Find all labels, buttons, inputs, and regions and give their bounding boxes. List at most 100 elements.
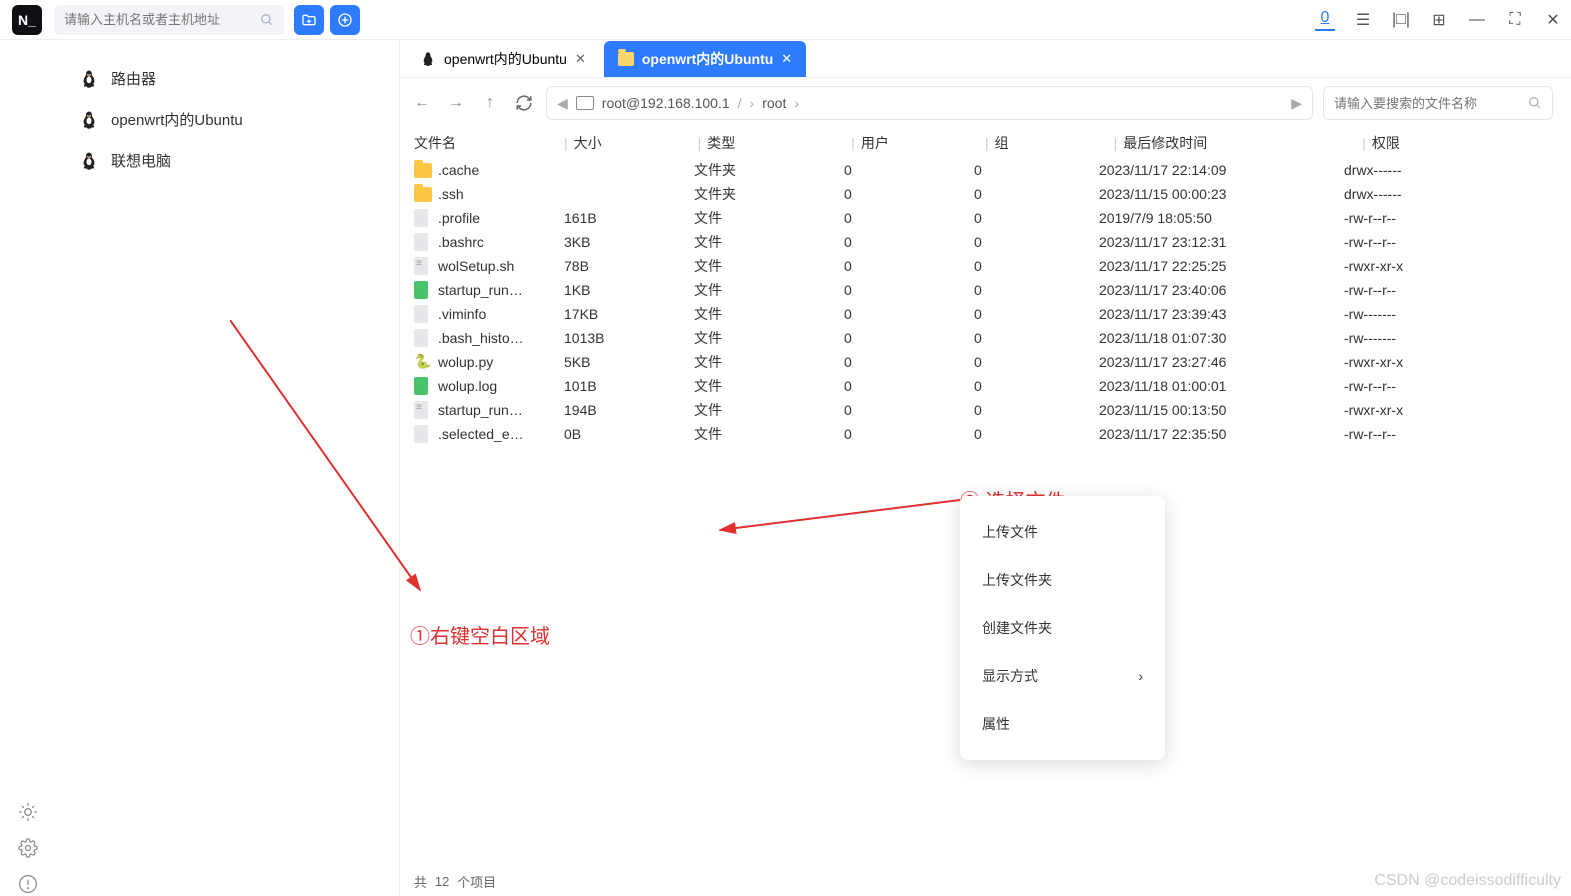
window-close-icon[interactable]: ✕ <box>1543 10 1563 30</box>
col-size[interactable]: 大小 <box>574 133 698 153</box>
tab-terminal[interactable]: openwrt内的Ubuntu ✕ <box>406 41 600 77</box>
file-date: 2023/11/17 23:12:31 <box>1099 234 1344 250</box>
file-row[interactable]: .profile161B文件002019/7/9 18:05:50-rw-r--… <box>414 206 1557 230</box>
file-icon <box>414 209 428 227</box>
window-minimize-icon[interactable]: — <box>1467 11 1487 29</box>
sidebar-item-router[interactable]: 路由器 <box>65 58 389 99</box>
file-perm: -rw------- <box>1344 330 1557 346</box>
file-row[interactable]: 🐍wolup.py5KB文件002023/11/17 23:27:46-rwxr… <box>414 350 1557 374</box>
file-row[interactable]: wolSetup.sh78B文件002023/11/17 22:25:25-rw… <box>414 254 1557 278</box>
file-group: 0 <box>974 330 1099 346</box>
annotation-1: ①右键空白区域 <box>410 620 550 649</box>
path-breadcrumb[interactable]: ◀ root@192.168.100.1 / › root › ▶ <box>546 86 1313 120</box>
annotation-arrow-2 <box>710 490 970 540</box>
view-split-icon[interactable]: |□| <box>1391 11 1411 29</box>
file-group: 0 <box>974 210 1099 226</box>
view-list-icon[interactable]: ☰ <box>1353 10 1373 30</box>
file-perm: -rw-r--r-- <box>1344 234 1557 250</box>
folder-icon <box>618 52 634 66</box>
file-group: 0 <box>974 426 1099 442</box>
file-name: .selected_e… <box>438 426 564 442</box>
col-name[interactable]: 文件名 <box>414 133 564 153</box>
file-row[interactable]: .cache文件夹002023/11/17 22:14:09drwx------ <box>414 158 1557 182</box>
linux-icon <box>79 151 99 171</box>
file-group: 0 <box>974 306 1099 322</box>
file-user: 0 <box>844 306 974 322</box>
file-type: 文件 <box>694 256 844 276</box>
file-user: 0 <box>844 426 974 442</box>
file-row[interactable]: .ssh文件夹002023/11/15 00:00:23drwx------ <box>414 182 1557 206</box>
host-icon <box>576 96 594 110</box>
file-list[interactable]: .cache文件夹002023/11/17 22:14:09drwx------… <box>400 158 1571 446</box>
close-icon[interactable]: ✕ <box>781 51 792 67</box>
chevron-right-icon: › <box>1138 668 1143 684</box>
file-user: 0 <box>844 354 974 370</box>
nav-back-icon[interactable]: ← <box>410 91 434 115</box>
view-grid-icon[interactable]: ⊞ <box>1429 10 1449 30</box>
nav-up-icon[interactable]: ↑ <box>478 91 502 115</box>
search-icon <box>260 13 274 27</box>
file-size: 17KB <box>564 306 694 322</box>
file-user: 0 <box>844 210 974 226</box>
new-folder-button[interactable] <box>294 5 324 35</box>
file-row[interactable]: .viminfo17KB文件002023/11/17 23:39:43-rw--… <box>414 302 1557 326</box>
sidebar-item-openwrt[interactable]: openwrt内的Ubuntu <box>65 99 389 140</box>
ctx-upload-folder[interactable]: 上传文件夹 <box>960 556 1165 604</box>
file-date: 2023/11/17 23:39:43 <box>1099 306 1344 322</box>
pathbar: ← → ↑ ◀ root@192.168.100.1 / › root › ▶ <box>400 78 1571 128</box>
chevron-right-icon[interactable]: ▶ <box>1291 95 1302 112</box>
info-icon[interactable] <box>16 872 40 896</box>
col-type[interactable]: 类型 <box>707 133 851 153</box>
leftbar <box>0 40 55 896</box>
file-row[interactable]: startup_run…194B文件002023/11/15 00:13:50-… <box>414 398 1557 422</box>
ctx-upload-file[interactable]: 上传文件 <box>960 508 1165 556</box>
file-size: 78B <box>564 258 694 274</box>
close-icon[interactable]: ✕ <box>575 51 586 67</box>
file-row[interactable]: .bash_histo…1013B文件002023/11/18 01:07:30… <box>414 326 1557 350</box>
ctx-display-mode[interactable]: 显示方式› <box>960 652 1165 700</box>
view-single-icon[interactable]: 0 <box>1315 9 1335 31</box>
col-group[interactable]: 组 <box>995 133 1114 153</box>
file-type: 文件 <box>694 232 844 252</box>
ctx-create-folder[interactable]: 创建文件夹 <box>960 604 1165 652</box>
file-user: 0 <box>844 330 974 346</box>
file-size: 3KB <box>564 234 694 250</box>
tab-files[interactable]: openwrt内的Ubuntu ✕ <box>604 41 806 77</box>
app-logo: N_ <box>12 5 42 35</box>
file-group: 0 <box>974 378 1099 394</box>
file-date: 2023/11/17 22:35:50 <box>1099 426 1344 442</box>
file-row[interactable]: .selected_e…0B文件002023/11/17 22:35:50-rw… <box>414 422 1557 446</box>
add-button[interactable] <box>330 5 360 35</box>
file-type: 文件 <box>694 208 844 228</box>
window-maximize-icon[interactable]: ⛶ <box>1505 11 1525 29</box>
file-date: 2023/11/17 23:40:06 <box>1099 282 1344 298</box>
file-user: 0 <box>844 282 974 298</box>
col-perm[interactable]: 权限 <box>1372 133 1557 153</box>
file-row[interactable]: startup_run…1KB文件002023/11/17 23:40:06-r… <box>414 278 1557 302</box>
host-search-input[interactable] <box>64 12 260 27</box>
nav-refresh-icon[interactable] <box>512 91 536 115</box>
file-row[interactable]: wolup.log101B文件002023/11/18 01:00:01-rw-… <box>414 374 1557 398</box>
tab-label: openwrt内的Ubuntu <box>642 49 773 69</box>
host-sidebar: 路由器 openwrt内的Ubuntu 联想电脑 <box>55 40 400 896</box>
search-icon <box>1528 96 1542 110</box>
sidebar-item-lenovo[interactable]: 联想电脑 <box>65 140 389 181</box>
watermark: CSDN @codeissodifficulty <box>1374 872 1561 890</box>
log-icon <box>414 281 428 299</box>
col-user[interactable]: 用户 <box>861 133 985 153</box>
host-search-box[interactable] <box>54 5 284 35</box>
ctx-properties[interactable]: 属性 <box>960 700 1165 748</box>
theme-icon[interactable] <box>16 800 40 824</box>
file-size: 0B <box>564 426 694 442</box>
file-name: startup_run… <box>438 282 564 298</box>
log-icon <box>414 377 428 395</box>
col-date[interactable]: 最后修改时间 <box>1123 133 1362 153</box>
file-perm: drwx------ <box>1344 162 1557 178</box>
nav-forward-icon[interactable]: → <box>444 91 468 115</box>
file-search-input[interactable] <box>1334 96 1528 111</box>
settings-icon[interactable] <box>16 836 40 860</box>
file-search-box[interactable] <box>1323 86 1553 120</box>
file-size: 5KB <box>564 354 694 370</box>
file-row[interactable]: .bashrc3KB文件002023/11/17 23:12:31-rw-r--… <box>414 230 1557 254</box>
file-group: 0 <box>974 402 1099 418</box>
